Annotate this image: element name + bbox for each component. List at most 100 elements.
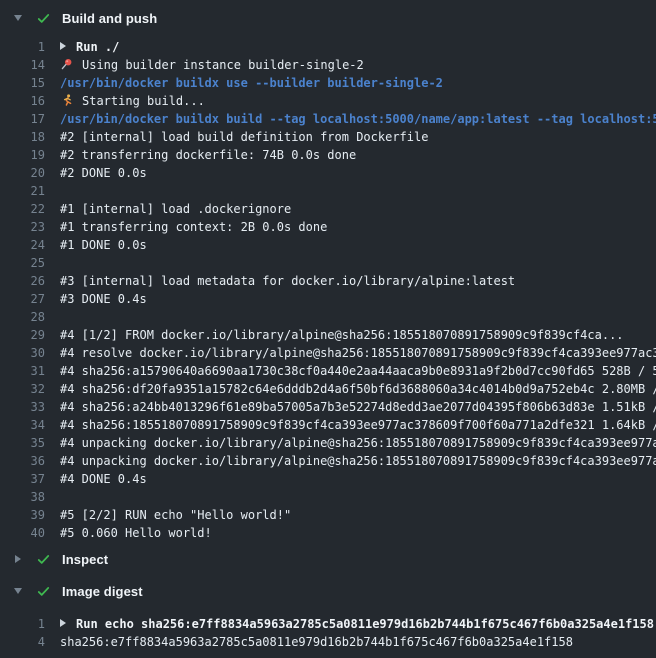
line-text: #1 transferring context: 2B 0.0s done [60, 220, 327, 234]
expand-triangle-icon[interactable] [60, 42, 66, 50]
workflow-log-viewer: Build and push 1 Run ./ 14 Using builder… [0, 0, 656, 658]
log-line[interactable]: 25 [0, 254, 656, 272]
log-line[interactable]: 16 Starting build... [0, 92, 656, 110]
line-number[interactable]: 32 [0, 380, 45, 398]
expand-triangle-icon[interactable] [60, 619, 66, 627]
section-title: Build and push [62, 11, 157, 26]
runner-icon [60, 94, 74, 106]
line-number[interactable]: 23 [0, 218, 45, 236]
log-line[interactable]: 23 #1 transferring context: 2B 0.0s done [0, 218, 656, 236]
log-line[interactable]: 27 #3 DONE 0.4s [0, 290, 656, 308]
line-text: #5 [2/2] RUN echo "Hello world!" [60, 508, 291, 522]
log-line[interactable]: 26 #3 [internal] load metadata for docke… [0, 272, 656, 290]
line-text: #2 DONE 0.0s [60, 166, 147, 180]
line-number[interactable]: 17 [0, 110, 45, 128]
line-number[interactable]: 27 [0, 290, 45, 308]
log-lines: 1 Run echo sha256:e7ff8834a5963a2785c5a0… [0, 615, 656, 651]
line-number[interactable]: 30 [0, 344, 45, 362]
log-line[interactable]: 39 #5 [2/2] RUN echo "Hello world!" [0, 506, 656, 524]
line-text: #4 sha256:a24bb4013296f61e89ba57005a7b3e… [60, 400, 656, 414]
line-number[interactable]: 14 [0, 56, 45, 74]
log-sections: Build and push 1 Run ./ 14 Using builder… [0, 0, 656, 651]
line-text: #4 sha256:a15790640a6690aa1730c38cf0a440… [60, 364, 656, 378]
line-number[interactable]: 20 [0, 164, 45, 182]
line-number[interactable]: 15 [0, 74, 45, 92]
log-line[interactable]: 37 #4 DONE 0.4s [0, 470, 656, 488]
log-line[interactable]: 19 #2 transferring dockerfile: 74B 0.0s … [0, 146, 656, 164]
success-check-icon [36, 585, 51, 598]
line-text: #5 0.060 Hello world! [60, 526, 212, 540]
log-line[interactable]: 21 [0, 182, 656, 200]
line-text: #4 sha256:df20fa9351a15782c64e6dddb2d4a6… [60, 382, 656, 396]
section-header-inspect[interactable]: Inspect [0, 549, 656, 569]
line-text: #4 [1/2] FROM docker.io/library/alpine@s… [60, 328, 624, 342]
log-line[interactable]: 38 [0, 488, 656, 506]
log-line[interactable]: 20 #2 DONE 0.0s [0, 164, 656, 182]
log-line[interactable]: 31 #4 sha256:a15790640a6690aa1730c38cf0a… [0, 362, 656, 380]
line-number[interactable]: 34 [0, 416, 45, 434]
log-line[interactable]: 1 Run ./ [0, 38, 656, 56]
log-line[interactable]: 32 #4 sha256:df20fa9351a15782c64e6dddb2d… [0, 380, 656, 398]
section-title: Inspect [62, 552, 108, 567]
log-lines: 1 Run ./ 14 Using builder instance build… [0, 38, 656, 542]
chevron-right-icon [15, 555, 21, 563]
section-header-image-digest[interactable]: Image digest [0, 581, 656, 601]
line-number[interactable]: 29 [0, 326, 45, 344]
line-number[interactable]: 35 [0, 434, 45, 452]
section-title: Image digest [62, 584, 143, 599]
line-number[interactable]: 31 [0, 362, 45, 380]
log-line[interactable]: 40 #5 0.060 Hello world! [0, 524, 656, 542]
line-text: #4 unpacking docker.io/library/alpine@sh… [60, 436, 656, 450]
log-line[interactable]: 4 sha256:e7ff8834a5963a2785c5a0811e979d1… [0, 633, 656, 651]
line-number[interactable]: 39 [0, 506, 45, 524]
line-text: #4 sha256:185518070891758909c9f839cf4ca3… [60, 418, 656, 432]
log-line[interactable]: 35 #4 unpacking docker.io/library/alpine… [0, 434, 656, 452]
line-text: /usr/bin/docker buildx build --tag local… [60, 112, 656, 126]
section-inspect: Inspect [0, 549, 656, 569]
line-number[interactable]: 22 [0, 200, 45, 218]
section-build-and-push: Build and push 1 Run ./ 14 Using builder… [0, 0, 656, 542]
success-check-icon [36, 553, 51, 566]
line-number[interactable]: 36 [0, 452, 45, 470]
log-line[interactable]: 18 #2 [internal] load build definition f… [0, 128, 656, 146]
log-line[interactable]: 17 /usr/bin/docker buildx build --tag lo… [0, 110, 656, 128]
line-number[interactable]: 40 [0, 524, 45, 542]
chevron-down-icon [14, 15, 22, 21]
line-number[interactable]: 18 [0, 128, 45, 146]
line-text: Starting build... [82, 94, 205, 108]
line-number[interactable]: 26 [0, 272, 45, 290]
success-check-icon [36, 12, 51, 25]
section-header-build-and-push[interactable]: Build and push [0, 8, 656, 28]
line-text: #1 [internal] load .dockerignore [60, 202, 291, 216]
log-line[interactable]: 29 #4 [1/2] FROM docker.io/library/alpin… [0, 326, 656, 344]
log-line[interactable]: 28 [0, 308, 656, 326]
log-line[interactable]: 34 #4 sha256:185518070891758909c9f839cf4… [0, 416, 656, 434]
line-number[interactable]: 16 [0, 92, 45, 110]
line-text: Run echo sha256:e7ff8834a5963a2785c5a081… [76, 617, 654, 631]
log-line[interactable]: 36 #4 unpacking docker.io/library/alpine… [0, 452, 656, 470]
line-text: #4 resolve docker.io/library/alpine@sha2… [60, 346, 656, 360]
log-line[interactable]: 24 #1 DONE 0.0s [0, 236, 656, 254]
line-number[interactable]: 1 [0, 38, 45, 56]
line-number[interactable]: 19 [0, 146, 45, 164]
log-line[interactable]: 30 #4 resolve docker.io/library/alpine@s… [0, 344, 656, 362]
line-number[interactable]: 25 [0, 254, 45, 272]
log-line[interactable]: 22 #1 [internal] load .dockerignore [0, 200, 656, 218]
line-number[interactable]: 38 [0, 488, 45, 506]
log-line[interactable]: 33 #4 sha256:a24bb4013296f61e89ba57005a7… [0, 398, 656, 416]
log-line[interactable]: 14 Using builder instance builder-single… [0, 56, 656, 74]
line-number[interactable]: 28 [0, 308, 45, 326]
line-number[interactable]: 1 [0, 615, 45, 633]
line-number[interactable]: 37 [0, 470, 45, 488]
pushpin-icon [60, 58, 74, 70]
line-text: #3 DONE 0.4s [60, 292, 147, 306]
line-number[interactable]: 21 [0, 182, 45, 200]
log-line[interactable]: 15 /usr/bin/docker buildx use --builder … [0, 74, 656, 92]
line-number[interactable]: 4 [0, 633, 45, 651]
line-number[interactable]: 33 [0, 398, 45, 416]
line-text: sha256:e7ff8834a5963a2785c5a0811e979d16b… [60, 635, 573, 649]
line-number[interactable]: 24 [0, 236, 45, 254]
line-text: #4 unpacking docker.io/library/alpine@sh… [60, 454, 656, 468]
log-line[interactable]: 1 Run echo sha256:e7ff8834a5963a2785c5a0… [0, 615, 656, 633]
line-text: Using builder instance builder-single-2 [82, 58, 364, 72]
